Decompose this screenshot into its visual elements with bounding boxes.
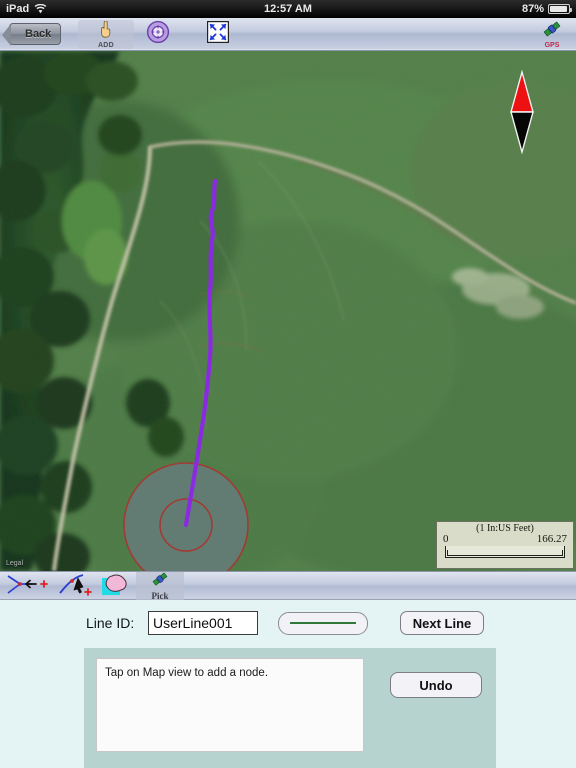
line-style-preview: [290, 622, 356, 624]
expand-arrows-icon: [207, 21, 229, 48]
center-target-button[interactable]: [140, 20, 176, 49]
top-toolbar: Back ADD GPS: [0, 18, 576, 51]
line-id-input[interactable]: [148, 611, 258, 635]
sidebar-item-pick[interactable]: Pick: [136, 571, 184, 601]
node-move-icon: [56, 572, 100, 601]
clock: 12:57 AM: [264, 3, 312, 15]
satellite-icon: [543, 21, 561, 43]
status-bar-right: 87%: [521, 3, 572, 15]
node-insert-icon: [6, 573, 50, 600]
scale-bar-max: 166.27: [536, 533, 567, 545]
battery-icon: [548, 4, 572, 14]
back-button[interactable]: Back: [1, 23, 62, 46]
scale-bar: (1 In:US Feet) 0 166.27: [436, 521, 574, 569]
add-button[interactable]: ADD: [78, 20, 134, 49]
add-button-label: ADD: [97, 41, 115, 49]
app-root: iPad 12:57 AM 87% Back ADD GPS Legal (1 …: [0, 0, 576, 768]
aerial-imagery: [0, 51, 576, 571]
polygon-select-icon: [101, 572, 131, 601]
battery-percent-label: 87%: [521, 3, 544, 15]
line-style-swatch[interactable]: [278, 611, 368, 635]
message-area: Tap on Map view to add a node. Undo: [84, 648, 496, 768]
gps-button-label: GPS: [544, 41, 560, 49]
line-editor-panel: Line ID: Next Line Tap on Map view to ad…: [0, 600, 576, 768]
scale-bar-graphic: [445, 546, 565, 558]
scale-bar-numbers: 0 166.27: [437, 533, 573, 545]
line-editor-row: Line ID: Next Line: [0, 610, 576, 636]
map-view[interactable]: Legal (1 In:US Feet) 0 166.27: [0, 51, 576, 571]
pointing-hand-icon: [98, 20, 114, 43]
sidebar-item-add-node[interactable]: [2, 572, 54, 600]
gps-button[interactable]: GPS: [534, 20, 570, 49]
scale-bar-min: 0: [443, 533, 449, 545]
tool-tab-bar: Pick: [0, 571, 576, 601]
satellite-icon: [152, 571, 168, 592]
line-id-label: Line ID:: [86, 615, 135, 631]
north-arrow-icon: [508, 69, 536, 155]
undo-button[interactable]: Undo: [390, 672, 482, 698]
undo-button-label: Undo: [419, 677, 453, 693]
sidebar-item-polygon[interactable]: [96, 572, 136, 600]
next-line-button-label: Next Line: [412, 615, 472, 631]
sidebar-item-label: Pick: [151, 590, 169, 601]
map-attribution: Legal: [6, 560, 24, 567]
next-line-button[interactable]: Next Line: [400, 611, 484, 635]
back-button-label: Back: [25, 28, 52, 40]
status-message: Tap on Map view to add a node.: [96, 658, 364, 752]
ios-status-bar: iPad 12:57 AM 87%: [0, 0, 576, 18]
crosshair-circle-icon: [146, 20, 170, 49]
fullscreen-button[interactable]: [198, 20, 238, 49]
